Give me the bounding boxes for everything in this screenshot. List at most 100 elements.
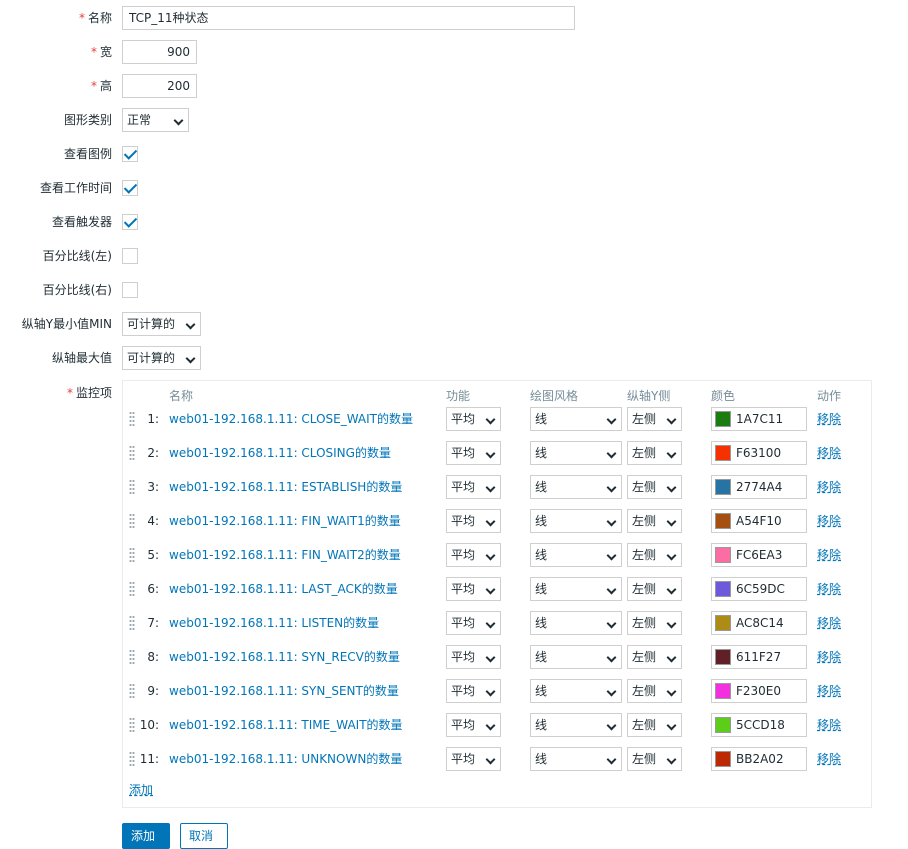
drag-handle-icon[interactable] <box>129 411 135 427</box>
color-swatch[interactable] <box>715 479 731 495</box>
drag-handle-icon[interactable] <box>129 751 135 767</box>
color-swatch[interactable] <box>715 649 731 665</box>
draw-style-select[interactable]: 线 <box>530 679 622 703</box>
graph-type-select[interactable]: 正常 <box>122 108 189 132</box>
remove-item-link[interactable]: 移除 <box>817 577 841 601</box>
add-item-link[interactable]: 添加 <box>129 781 153 798</box>
percentile-right-checkbox[interactable] <box>122 282 138 298</box>
color-swatch[interactable] <box>715 411 731 427</box>
color-swatch[interactable] <box>715 615 731 631</box>
y-axis-side-select[interactable]: 左侧 <box>627 645 682 669</box>
draw-style-select[interactable]: 线 <box>530 543 622 567</box>
remove-item-link[interactable]: 移除 <box>817 509 841 533</box>
color-swatch[interactable] <box>715 547 731 563</box>
function-select[interactable]: 平均 <box>446 645 501 669</box>
color-field[interactable]: F230E0 <box>711 679 807 703</box>
remove-item-link[interactable]: 移除 <box>817 543 841 567</box>
y-axis-side-select[interactable]: 左侧 <box>627 611 682 635</box>
drag-handle-icon[interactable] <box>129 445 135 461</box>
draw-style-select[interactable]: 线 <box>530 747 622 771</box>
y-axis-side-select[interactable]: 左侧 <box>627 679 682 703</box>
color-field[interactable]: A54F10 <box>711 509 807 533</box>
function-select[interactable]: 平均 <box>446 509 501 533</box>
draw-style-select[interactable]: 线 <box>530 407 622 431</box>
function-select[interactable]: 平均 <box>446 475 501 499</box>
submit-button[interactable]: 添加 <box>122 823 170 849</box>
function-select[interactable]: 平均 <box>446 543 501 567</box>
color-field[interactable]: FC6EA3 <box>711 543 807 567</box>
color-field[interactable]: 2774A4 <box>711 475 807 499</box>
percentile-left-checkbox[interactable] <box>122 248 138 264</box>
y-axis-side-select[interactable]: 左侧 <box>627 475 682 499</box>
draw-style-select[interactable]: 线 <box>530 611 622 635</box>
item-name-link[interactable]: web01-192.168.1.11: SYN_RECV的数量 <box>169 645 400 669</box>
drag-handle-icon[interactable] <box>129 717 135 733</box>
color-swatch[interactable] <box>715 717 731 733</box>
drag-handle-icon[interactable] <box>129 581 135 597</box>
color-swatch[interactable] <box>715 581 731 597</box>
color-field[interactable]: BB2A02 <box>711 747 807 771</box>
item-name-link[interactable]: web01-192.168.1.11: CLOSE_WAIT的数量 <box>169 407 413 431</box>
remove-item-link[interactable]: 移除 <box>817 645 841 669</box>
item-name-link[interactable]: web01-192.168.1.11: UNKNOWN的数量 <box>169 747 402 771</box>
draw-style-select[interactable]: 线 <box>530 441 622 465</box>
y-min-select[interactable]: 可计算的 <box>122 312 201 336</box>
remove-item-link[interactable]: 移除 <box>817 611 841 635</box>
function-select[interactable]: 平均 <box>446 441 501 465</box>
y-axis-side-select[interactable]: 左侧 <box>627 577 682 601</box>
drag-handle-icon[interactable] <box>129 513 135 529</box>
function-select[interactable]: 平均 <box>446 679 501 703</box>
function-select[interactable]: 平均 <box>446 611 501 635</box>
color-swatch[interactable] <box>715 513 731 529</box>
remove-item-link[interactable]: 移除 <box>817 475 841 499</box>
function-select[interactable]: 平均 <box>446 407 501 431</box>
height-input[interactable]: 200 <box>122 74 197 98</box>
drag-handle-icon[interactable] <box>129 615 135 631</box>
item-name-link[interactable]: web01-192.168.1.11: SYN_SENT的数量 <box>169 679 399 703</box>
color-swatch[interactable] <box>715 683 731 699</box>
draw-style-select[interactable]: 线 <box>530 577 622 601</box>
item-name-link[interactable]: web01-192.168.1.11: ESTABLISH的数量 <box>169 475 402 499</box>
remove-item-link[interactable]: 移除 <box>817 441 841 465</box>
cancel-button[interactable]: 取消 <box>180 823 228 849</box>
color-field[interactable]: 611F27 <box>711 645 807 669</box>
draw-style-select[interactable]: 线 <box>530 509 622 533</box>
show-legend-checkbox[interactable] <box>122 146 138 162</box>
y-max-select[interactable]: 可计算的 <box>122 346 201 370</box>
function-select[interactable]: 平均 <box>446 713 501 737</box>
color-field[interactable]: 1A7C11 <box>711 407 807 431</box>
y-axis-side-select[interactable]: 左侧 <box>627 543 682 567</box>
item-name-link[interactable]: web01-192.168.1.11: FIN_WAIT2的数量 <box>169 543 401 567</box>
remove-item-link[interactable]: 移除 <box>817 407 841 431</box>
color-field[interactable]: 5CCD18 <box>711 713 807 737</box>
item-name-link[interactable]: web01-192.168.1.11: TIME_WAIT的数量 <box>169 713 403 737</box>
show-working-time-checkbox[interactable] <box>122 180 138 196</box>
remove-item-link[interactable]: 移除 <box>817 747 841 771</box>
draw-style-select[interactable]: 线 <box>530 645 622 669</box>
function-select[interactable]: 平均 <box>446 747 501 771</box>
item-name-link[interactable]: web01-192.168.1.11: LAST_ACK的数量 <box>169 577 398 601</box>
y-axis-side-select[interactable]: 左侧 <box>627 747 682 771</box>
name-input[interactable]: TCP_11种状态 <box>122 6 575 30</box>
color-field[interactable]: F63100 <box>711 441 807 465</box>
drag-handle-icon[interactable] <box>129 683 135 699</box>
y-axis-side-select[interactable]: 左侧 <box>627 509 682 533</box>
remove-item-link[interactable]: 移除 <box>817 679 841 703</box>
y-axis-side-select[interactable]: 左侧 <box>627 407 682 431</box>
item-name-link[interactable]: web01-192.168.1.11: FIN_WAIT1的数量 <box>169 509 401 533</box>
draw-style-select[interactable]: 线 <box>530 475 622 499</box>
width-input[interactable]: 900 <box>122 40 197 64</box>
remove-item-link[interactable]: 移除 <box>817 713 841 737</box>
draw-style-select[interactable]: 线 <box>530 713 622 737</box>
color-field[interactable]: 6C59DC <box>711 577 807 601</box>
drag-handle-icon[interactable] <box>129 547 135 563</box>
function-select[interactable]: 平均 <box>446 577 501 601</box>
drag-handle-icon[interactable] <box>129 649 135 665</box>
show-triggers-checkbox[interactable] <box>122 214 138 230</box>
item-name-link[interactable]: web01-192.168.1.11: CLOSING的数量 <box>169 441 391 465</box>
color-swatch[interactable] <box>715 751 731 767</box>
y-axis-side-select[interactable]: 左侧 <box>627 441 682 465</box>
drag-handle-icon[interactable] <box>129 479 135 495</box>
item-name-link[interactable]: web01-192.168.1.11: LISTEN的数量 <box>169 611 379 635</box>
color-swatch[interactable] <box>715 445 731 461</box>
